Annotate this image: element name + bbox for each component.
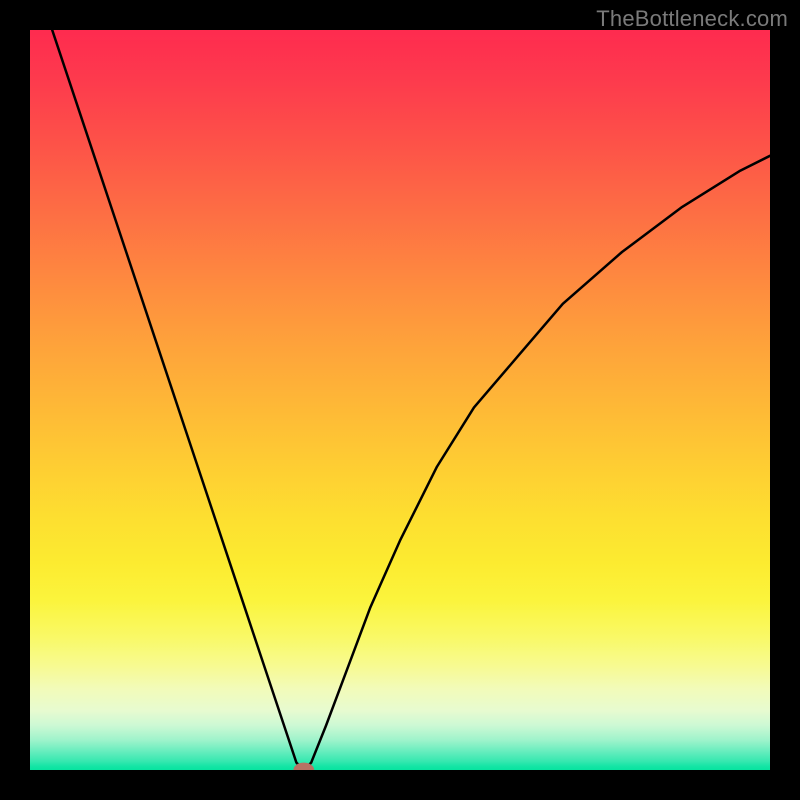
watermark-text: TheBottleneck.com: [596, 6, 788, 32]
plot-area: [30, 30, 770, 770]
chart-frame: TheBottleneck.com: [0, 0, 800, 800]
bottleneck-curve: [52, 30, 770, 770]
chart-svg: [30, 30, 770, 770]
